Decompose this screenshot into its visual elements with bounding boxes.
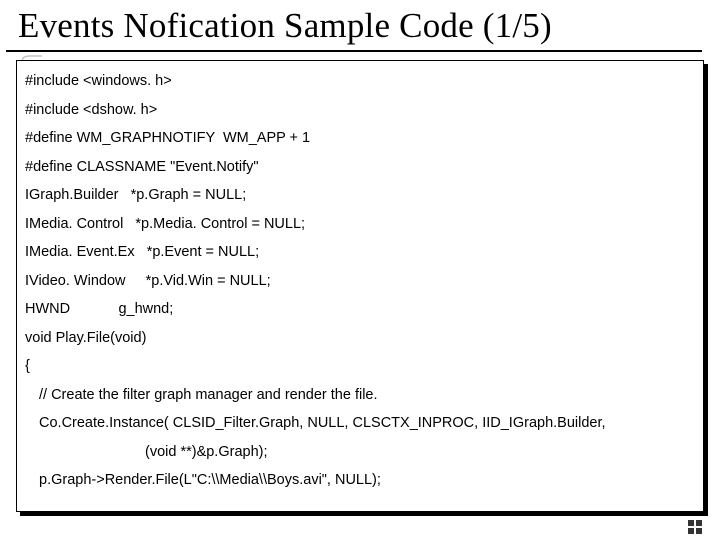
title-area: Events Nofication Sample Code (1/5) xyxy=(0,0,720,46)
code-line: #include <dshow. h> xyxy=(25,96,695,125)
code-line: #include <windows. h> xyxy=(25,67,695,96)
slide-title: Events Nofication Sample Code (1/5) xyxy=(18,6,702,46)
code-container: #include <windows. h> #include <dshow. h… xyxy=(16,60,704,512)
code-line: p.Graph->Render.File(L"C:\\Media\\Boys.a… xyxy=(25,466,695,495)
code-box: #include <windows. h> #include <dshow. h… xyxy=(16,60,704,512)
code-line: #define WM_GRAPHNOTIFY WM_APP + 1 xyxy=(25,124,695,153)
code-line: HWND g_hwnd; xyxy=(25,295,695,324)
code-line: IMedia. Event.Ex *p.Event = NULL; xyxy=(25,238,695,267)
code-line: IVideo. Window *p.Vid.Win = NULL; xyxy=(25,267,695,296)
code-line: #define CLASSNAME "Event.Notify" xyxy=(25,153,695,182)
slide: Events Nofication Sample Code (1/5) #inc… xyxy=(0,0,720,540)
code-line: IMedia. Control *p.Media. Control = NULL… xyxy=(25,210,695,239)
code-line: // Create the filter graph manager and r… xyxy=(25,381,695,410)
corner-decoration-icon xyxy=(688,520,702,534)
code-line: IGraph.Builder *p.Graph = NULL; xyxy=(25,181,695,210)
code-line: { xyxy=(25,352,695,381)
code-line: (void **)&p.Graph); xyxy=(25,438,695,467)
code-line: Co.Create.Instance( CLSID_Filter.Graph, … xyxy=(25,409,695,438)
title-underline xyxy=(6,50,702,52)
code-line: void Play.File(void) xyxy=(25,324,695,353)
